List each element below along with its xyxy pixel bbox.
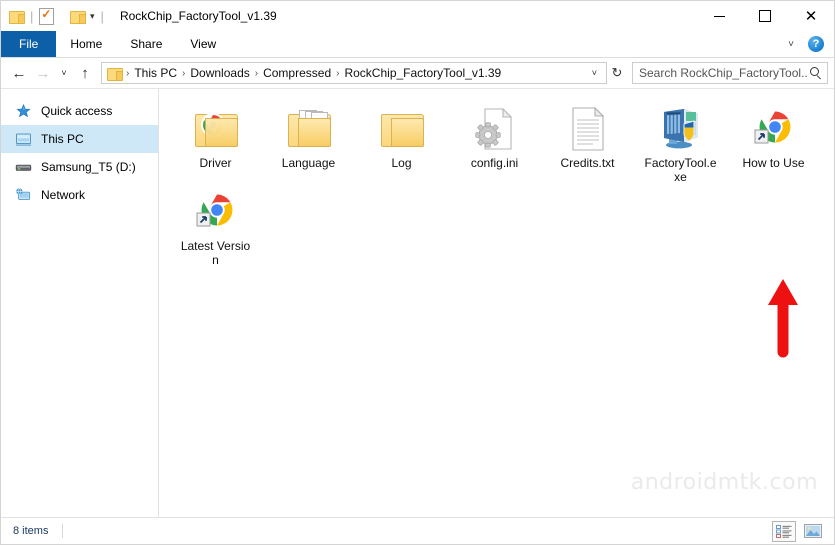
breadcrumb-item-current-folder[interactable]: RockChip_FactoryTool_v1.39 (341, 66, 504, 80)
breadcrumb-separator: › (182, 67, 186, 79)
drive-icon (15, 159, 32, 176)
minimize-icon (713, 15, 725, 17)
up-button[interactable]: ↑ (73, 61, 97, 85)
folder-icon[interactable] (9, 10, 25, 24)
file-item-latest-version[interactable]: Latest Version (169, 184, 262, 267)
search-icon[interactable] (809, 66, 823, 80)
folder-icon (107, 67, 123, 81)
sidebar-item-quick-access[interactable]: Quick access (1, 97, 158, 125)
folder-with-chrome-icon (192, 105, 240, 153)
file-item-label: How to Use (742, 156, 805, 170)
file-item-driver[interactable]: Driver (169, 101, 262, 184)
sidebar-item-this-pc[interactable]: This PC (1, 125, 158, 153)
file-item-label: Log (391, 156, 412, 170)
properties-icon[interactable] (39, 7, 55, 25)
breadcrumb-bar[interactable]: › This PC › Downloads › Compressed › Roc… (101, 62, 607, 84)
file-item-config-ini[interactable]: config.ini (448, 101, 541, 184)
maximize-icon (759, 10, 771, 22)
recent-locations-caret-icon[interactable]: ˅ (55, 61, 73, 85)
back-button[interactable]: ← (7, 61, 31, 85)
ribbon-tab-bar: File Home Share View ˅ ? (1, 31, 834, 58)
quick-access-toolbar: | ▾ | (9, 7, 110, 25)
chrome-shortcut-icon (192, 188, 240, 236)
network-icon (15, 187, 32, 204)
address-bar: ← → ˅ ↑ › This PC › Downloads › Compress… (1, 58, 834, 89)
forward-button[interactable]: → (31, 61, 55, 85)
watermark: androidmtk.com (630, 470, 818, 495)
window-title: RockChip_FactoryTool_v1.39 (119, 9, 277, 23)
help-button[interactable]: ? (808, 36, 824, 52)
search-input[interactable] (637, 65, 809, 81)
file-list-view[interactable]: Driver Language Log config.ini Credits.t… (159, 89, 834, 517)
gear-config-file-icon (471, 105, 519, 153)
maximize-button[interactable] (742, 1, 788, 31)
file-item-how-to-use[interactable]: How to Use (727, 101, 820, 184)
file-item-credits-txt[interactable]: Credits.txt (541, 101, 634, 184)
qat-divider-3: | (100, 8, 104, 24)
window-controls: ✕ (696, 1, 834, 31)
tab-share[interactable]: Share (116, 31, 176, 57)
close-icon: ✕ (804, 7, 818, 25)
file-item-label: Language (281, 156, 336, 170)
status-divider (62, 524, 64, 538)
application-shield-icon (657, 105, 705, 153)
sidebar-item-label: This PC (41, 132, 84, 146)
tab-file[interactable]: File (1, 31, 57, 57)
address-dropdown-caret-icon[interactable]: ˅ (587, 68, 602, 78)
qat-divider-2 (60, 10, 64, 23)
sidebar-item-label: Samsung_T5 (D:) (41, 160, 136, 174)
computer-icon (15, 131, 32, 148)
large-icons-view-button[interactable] (802, 522, 824, 541)
refresh-button[interactable]: ↻ (607, 62, 627, 84)
new-folder-icon[interactable] (70, 10, 87, 24)
file-item-factorytool-exe[interactable]: FactoryTool.exe (634, 101, 727, 184)
folder-icon (378, 105, 426, 153)
sidebar-item-label: Network (41, 188, 86, 202)
file-item-label: Latest Version (180, 239, 251, 267)
chrome-shortcut-icon (750, 105, 798, 153)
star-icon (15, 103, 32, 120)
minimize-button[interactable] (696, 1, 742, 31)
folder-with-documents-icon (285, 105, 333, 153)
qat-divider-1: | (30, 8, 34, 24)
navigation-pane: Quick access This PC Samsung_T5 (D:) Net… (1, 89, 159, 517)
file-item-label: FactoryTool.exe (644, 156, 717, 184)
breadcrumb-item-compressed[interactable]: Compressed (260, 66, 334, 80)
breadcrumb: › This PC › Downloads › Compressed › Roc… (124, 66, 587, 80)
file-item-label: Credits.txt (560, 156, 615, 170)
tab-view[interactable]: View (176, 31, 230, 57)
search-box[interactable] (632, 62, 828, 84)
breadcrumb-item-this-pc[interactable]: This PC (131, 66, 180, 80)
breadcrumb-separator: › (126, 67, 130, 79)
sidebar-item-network[interactable]: Network (1, 181, 158, 209)
chevron-down-icon[interactable]: ˅ (782, 39, 800, 50)
file-item-log[interactable]: Log (355, 101, 448, 184)
item-count-label: 8 items (13, 525, 49, 537)
sidebar-item-samsung-t5[interactable]: Samsung_T5 (D:) (1, 153, 158, 181)
tab-home[interactable]: Home (56, 31, 116, 57)
details-view-button[interactable] (772, 520, 796, 542)
file-explorer-window: | ▾ | RockChip_FactoryTool_v1.39 ✕ File … (0, 0, 835, 545)
file-item-label: Driver (199, 156, 232, 170)
breadcrumb-separator: › (254, 67, 259, 79)
file-item-label: config.ini (470, 156, 519, 170)
file-grid: Driver Language Log config.ini Credits.t… (159, 101, 834, 267)
file-item-language[interactable]: Language (262, 101, 355, 184)
customize-caret-icon[interactable]: ▾ (90, 11, 95, 21)
sidebar-item-label: Quick access (41, 104, 113, 118)
view-mode-buttons (772, 518, 824, 544)
text-document-icon (564, 105, 612, 153)
close-button[interactable]: ✕ (788, 1, 834, 31)
status-bar: 8 items (1, 517, 834, 544)
title-bar: | ▾ | RockChip_FactoryTool_v1.39 ✕ (1, 1, 834, 31)
explorer-body: Quick access This PC Samsung_T5 (D:) Net… (1, 89, 834, 517)
breadcrumb-item-downloads[interactable]: Downloads (187, 66, 252, 80)
annotation-arrow-icon (767, 279, 799, 361)
breadcrumb-separator: › (336, 67, 340, 79)
ribbon-right-controls: ˅ ? (782, 31, 830, 57)
